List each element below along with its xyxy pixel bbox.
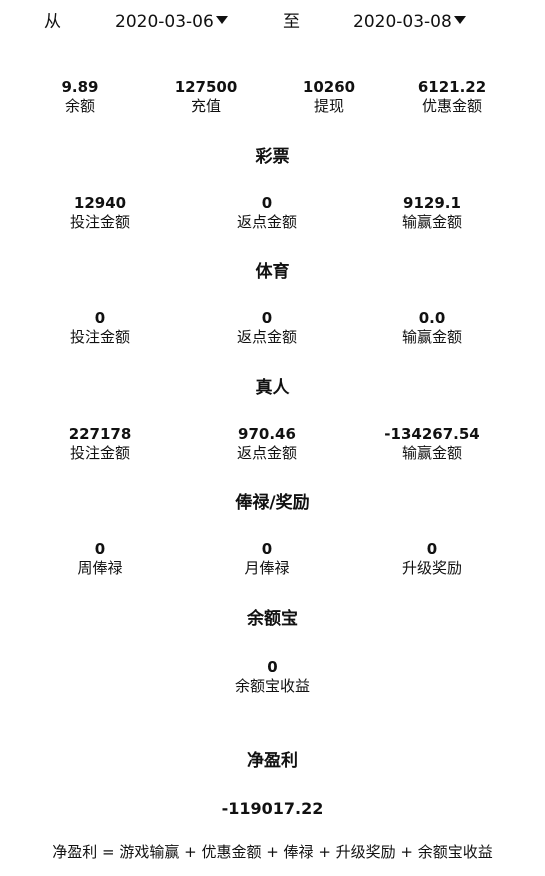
sports-rebate-label: 返点金额	[236, 328, 297, 346]
lottery-title: 彩票	[255, 147, 290, 167]
live-title: 真人	[255, 378, 290, 398]
lottery-rebate-value: 0	[261, 194, 273, 212]
balance-treasure-title: 余额宝	[247, 609, 298, 629]
lottery-bet: 12940 投注金额	[35, 194, 165, 232]
balance-treasure-value: 0	[267, 658, 278, 676]
net-profit-formula: 净盈利 = 游戏输赢 + 优惠金额 + 俸禄 + 升级奖励 + 余额宝收益	[52, 843, 493, 861]
sports-bet-value: 0	[94, 309, 106, 327]
salary-title: 俸禄/奖励	[235, 493, 310, 513]
sports-bet: 0 投注金额	[35, 309, 165, 347]
balance-treasure-item: 0 余额宝收益	[0, 658, 545, 696]
summary-withdraw: 10260 提现	[264, 78, 394, 116]
to-label: 至	[283, 12, 300, 32]
live-winloss: -134267.54 输赢金额	[367, 425, 497, 463]
live-winloss-value: -134267.54	[384, 425, 480, 443]
sports-winloss-value: 0.0	[418, 309, 446, 327]
from-date-dropdown[interactable]: 2020-03-06	[115, 8, 228, 36]
live-rebate-label: 返点金额	[236, 444, 297, 462]
sports-rebate: 0 返点金额	[202, 309, 332, 347]
lottery-winloss: 9129.1 输赢金额	[367, 194, 497, 232]
to-date-value: 2020-03-08	[353, 12, 452, 32]
to-date-dropdown[interactable]: 2020-03-08	[353, 8, 466, 36]
lottery-winloss-value: 9129.1	[403, 194, 461, 212]
summary-discount: 6121.22 优惠金额	[387, 78, 517, 116]
net-profit-title: 净盈利	[247, 751, 298, 771]
live-bet-value: 227178	[68, 425, 132, 443]
deposit-value: 127500	[174, 78, 238, 96]
discount-label: 优惠金额	[421, 97, 482, 115]
salary-weekly: 0 周俸禄	[35, 540, 165, 578]
withdraw-value: 10260	[302, 78, 356, 96]
chevron-down-icon	[215, 16, 228, 24]
date-filter: 从 2020-03-06 至 2020-03-08	[0, 8, 545, 36]
lottery-rebate-label: 返点金额	[236, 213, 297, 231]
discount-value: 6121.22	[417, 78, 487, 96]
sports-winloss-label: 输赢金额	[401, 328, 462, 346]
balance-treasure-label: 余额宝收益	[234, 677, 310, 695]
lottery-bet-label: 投注金额	[69, 213, 130, 231]
sports-winloss: 0.0 输赢金额	[367, 309, 497, 347]
salary-monthly: 0 月俸禄	[202, 540, 332, 578]
lottery-rebate: 0 返点金额	[202, 194, 332, 232]
salary-weekly-label: 周俸禄	[77, 559, 123, 577]
salary-monthly-value: 0	[261, 540, 273, 558]
live-rebate-value: 970.46	[238, 425, 296, 443]
salary-monthly-label: 月俸禄	[244, 559, 290, 577]
live-bet-label: 投注金额	[69, 444, 130, 462]
balance-value: 9.89	[61, 78, 99, 96]
deposit-label: 充值	[190, 97, 221, 115]
chevron-down-icon	[453, 16, 466, 24]
net-profit-value: -119017.22	[221, 799, 324, 818]
lottery-bet-value: 12940	[73, 194, 127, 212]
salary-upgrade-value: 0	[426, 540, 438, 558]
withdraw-label: 提现	[313, 97, 344, 115]
lottery-winloss-label: 输赢金额	[401, 213, 462, 231]
salary-upgrade: 0 升级奖励	[367, 540, 497, 578]
salary-weekly-value: 0	[94, 540, 106, 558]
live-rebate: 970.46 返点金额	[202, 425, 332, 463]
sports-bet-label: 投注金额	[69, 328, 130, 346]
from-label: 从	[44, 12, 61, 32]
sports-rebate-value: 0	[261, 309, 273, 327]
live-winloss-label: 输赢金额	[401, 444, 462, 462]
salary-upgrade-label: 升级奖励	[401, 559, 462, 577]
live-bet: 227178 投注金额	[35, 425, 165, 463]
from-date-value: 2020-03-06	[115, 12, 214, 32]
summary-deposit: 127500 充值	[141, 78, 271, 116]
balance-label: 余额	[64, 97, 95, 115]
summary-balance: 9.89 余额	[15, 78, 145, 116]
sports-title: 体育	[255, 262, 290, 282]
net-profit-item: -119017.22	[0, 800, 545, 818]
